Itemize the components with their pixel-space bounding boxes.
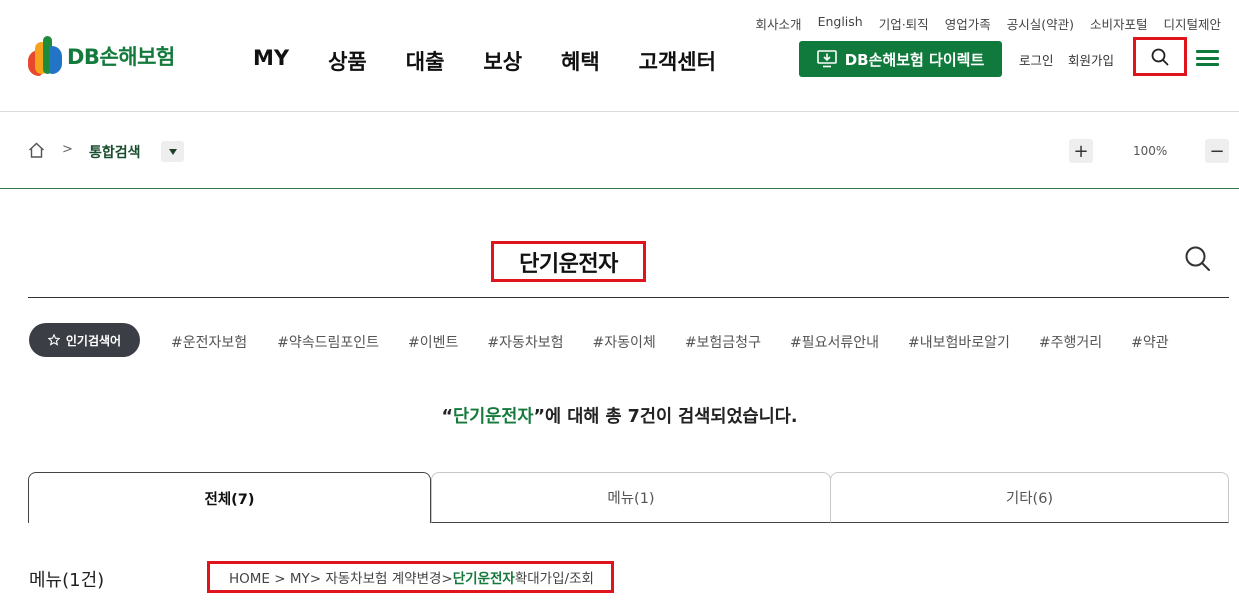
utility-links: 회사소개 English 기업·퇴직 영업가족 공시실(약관) 소비자포털 디지… (756, 14, 1221, 33)
monitor-download-icon (816, 50, 837, 68)
search-submit-icon[interactable] (1184, 245, 1212, 273)
star-icon (47, 334, 60, 346)
popular-tag[interactable]: #주행거리 (1039, 332, 1102, 352)
zoom-level: 100% (1133, 144, 1168, 158)
tab-all[interactable]: 전체(7) (28, 472, 431, 523)
search-underline (28, 297, 1229, 298)
join-link[interactable]: 회원가입 (1068, 50, 1114, 69)
popular-tag[interactable]: #보험금청구 (685, 332, 761, 352)
zoom-out-button[interactable]: − (1205, 139, 1229, 163)
logo-mark-icon (28, 36, 62, 76)
breadcrumb-current: 통합검색 (89, 145, 141, 161)
search-query-box[interactable]: 단기운전자 (491, 241, 646, 282)
popular-tag[interactable]: #자동차보험 (487, 332, 563, 352)
site-header: 회사소개 English 기업·퇴직 영업가족 공시실(약관) 소비자포털 디지… (0, 0, 1239, 112)
zoom-in-button[interactable]: + (1069, 139, 1093, 163)
search-query: 단기운전자 (519, 251, 618, 277)
tab-other[interactable]: 기타(6) (830, 472, 1229, 523)
popular-tag[interactable]: #약관 (1131, 332, 1169, 352)
util-link-english[interactable]: English (818, 14, 863, 33)
result-path-prefix: HOME > MY> 자동차보험 계약변경> (229, 571, 453, 587)
site-logo[interactable]: DB손해보험 (28, 36, 175, 76)
main-nav: MY 상품 대출 보상 혜택 고객센터 (253, 46, 716, 76)
home-icon[interactable] (28, 142, 45, 158)
result-path-suffix: 확대가입/조회 (514, 571, 594, 587)
summary-text: ”에 대해 총 7건이 검색되었습니다. (533, 407, 798, 427)
direct-button-label: DB손해보험 다이렉트 (844, 50, 985, 69)
breadcrumb-separator: > (62, 142, 73, 157)
nav-item-benefits[interactable]: 혜택 (561, 46, 600, 76)
util-link-sales[interactable]: 영업가족 (945, 14, 991, 33)
util-link-corporate[interactable]: 기업·퇴직 (879, 14, 929, 33)
nav-item-my[interactable]: MY (253, 46, 289, 76)
result-menu-link[interactable]: HOME > MY> 자동차보험 계약변경> 단기운전자 확대가입/조회 (207, 561, 614, 593)
header-search-button[interactable] (1133, 37, 1187, 76)
popular-keywords-badge: 인기검색어 (29, 323, 140, 357)
popular-keywords-label: 인기검색어 (65, 333, 122, 348)
summary-open-quote: “ (441, 407, 453, 427)
direct-button[interactable]: DB손해보험 다이렉트 (799, 41, 1002, 77)
result-section-label: 메뉴(1건) (29, 570, 105, 591)
popular-tag[interactable]: #자동이체 (593, 332, 656, 352)
popular-tag[interactable]: #필요서류안내 (790, 332, 879, 352)
popular-tag[interactable]: #약속드림포인트 (277, 332, 379, 352)
popular-tag[interactable]: #운전자보험 (171, 332, 247, 352)
nav-item-loans[interactable]: 대출 (406, 46, 445, 76)
nav-item-customer-center[interactable]: 고객센터 (639, 46, 716, 76)
breadcrumb: > 통합검색 + 100% − (0, 112, 1239, 189)
popular-tag[interactable]: #내보험바로알기 (908, 332, 1010, 352)
breadcrumb-dropdown-button[interactable] (161, 141, 184, 162)
popular-tag[interactable]: #이벤트 (408, 332, 458, 352)
summary-keyword: 단기운전자 (453, 407, 534, 427)
nav-item-products[interactable]: 상품 (328, 46, 367, 76)
util-link-company[interactable]: 회사소개 (756, 14, 802, 33)
logo-text: DB손해보험 (67, 45, 175, 69)
caret-down-icon (168, 148, 177, 155)
hamburger-icon[interactable] (1196, 50, 1219, 66)
result-path-keyword: 단기운전자 (452, 571, 515, 587)
util-link-consumer[interactable]: 소비자포털 (1090, 14, 1148, 33)
tab-menu[interactable]: 메뉴(1) (431, 472, 831, 523)
result-summary: “단기운전자”에 대해 총 7건이 검색되었습니다. (0, 403, 1239, 428)
nav-item-claims[interactable]: 보상 (483, 46, 522, 76)
popular-tags: #운전자보험 #약속드림포인트 #이벤트 #자동차보험 #자동이체 #보험금청구… (171, 332, 1169, 352)
login-link[interactable]: 로그인 (1019, 50, 1054, 69)
search-icon (1151, 48, 1169, 65)
util-link-digital[interactable]: 디지털제안 (1163, 14, 1221, 33)
util-link-disclosure[interactable]: 공시실(약관) (1007, 14, 1074, 33)
